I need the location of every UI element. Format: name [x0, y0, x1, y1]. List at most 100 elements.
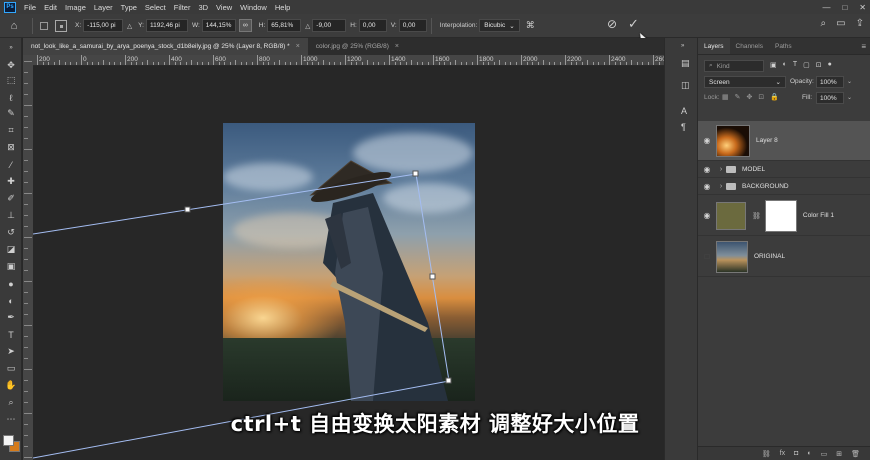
layer-row-color-fill[interactable]: ◉ ⛓ Color Fill 1 — [698, 196, 870, 236]
brush-tool-icon[interactable]: ✐ — [2, 191, 20, 206]
lock-pixels-icon[interactable]: ▦ — [722, 93, 729, 101]
frame-tool-icon[interactable]: ⊠ — [2, 140, 20, 155]
menu-help[interactable]: Help — [271, 3, 294, 12]
tab-paths[interactable]: Paths — [769, 38, 798, 54]
marquee-tool-icon[interactable]: ⬚ — [2, 73, 20, 88]
collapse-icon[interactable]: » — [2, 40, 20, 55]
menu-3d[interactable]: 3D — [194, 3, 212, 12]
fill-field[interactable]: 100% — [816, 92, 844, 104]
commit-transform-button[interactable]: ✓ — [628, 16, 639, 32]
minimize-button[interactable]: — — [822, 3, 830, 12]
chevron-down-icon[interactable]: ⌄ — [847, 94, 852, 101]
visibility-eye-icon[interactable]: ◉ — [698, 211, 716, 220]
x-field[interactable]: -115,00 pi — [83, 19, 124, 32]
menu-image[interactable]: Image — [61, 3, 90, 12]
filter-toggle-icon[interactable]: ● — [828, 61, 832, 69]
menu-type[interactable]: Type — [117, 3, 141, 12]
transform-handle[interactable] — [412, 170, 419, 177]
close-tab-icon[interactable]: × — [296, 43, 300, 50]
link-icon[interactable]: ⛓ — [752, 212, 761, 220]
type-filter-icon[interactable]: T — [793, 61, 797, 69]
interpolation-select[interactable]: Bicubic ⌄ — [479, 19, 520, 32]
adjustments-panel-icon[interactable]: ◫ — [681, 80, 690, 91]
layer-row-original[interactable]: □ ORIGINAL — [698, 237, 870, 277]
healing-brush-tool-icon[interactable]: ✚ — [2, 174, 20, 189]
layer-row-model-group[interactable]: ◉ › MODEL — [698, 162, 870, 178]
quick-select-tool-icon[interactable]: ✎ — [2, 106, 20, 121]
lasso-tool-icon[interactable]: ℓ — [2, 90, 20, 105]
reference-point-checkbox[interactable] — [40, 21, 48, 30]
paragraph-panel-icon[interactable]: ¶ — [681, 122, 686, 132]
lock-paint-icon[interactable]: ✎ — [735, 93, 741, 101]
menu-window[interactable]: Window — [236, 3, 271, 12]
warp-icon[interactable]: ⌘ — [526, 20, 535, 31]
path-selection-tool-icon[interactable]: ➤ — [2, 344, 20, 359]
tab-channels[interactable]: Channels — [730, 38, 769, 54]
menu-view[interactable]: View — [212, 3, 236, 12]
share-icon[interactable]: ⇪ — [856, 18, 864, 29]
chevron-down-icon[interactable]: ⌄ — [847, 78, 852, 85]
character-panel-icon[interactable]: A — [681, 106, 687, 116]
visibility-eye-icon[interactable]: □ — [698, 252, 716, 261]
lock-artboard-icon[interactable]: ⊡ — [758, 93, 764, 101]
menu-filter[interactable]: Filter — [170, 3, 195, 12]
blur-tool-icon[interactable]: ● — [2, 276, 20, 291]
dodge-tool-icon[interactable]: ◐ — [2, 293, 20, 308]
layer-row-background-group[interactable]: ◉ › BACKGROUND — [698, 179, 870, 195]
blend-mode-select[interactable]: Screen ⌄ — [704, 76, 786, 88]
workspace-icon[interactable]: ▭ — [836, 18, 845, 29]
relative-position-icon[interactable]: △ — [127, 22, 132, 30]
menu-edit[interactable]: Edit — [40, 3, 61, 12]
fx-icon[interactable]: fx — [780, 450, 785, 457]
visibility-eye-icon[interactable]: ◉ — [698, 165, 716, 174]
transform-handle[interactable] — [429, 273, 436, 280]
adjustment-filter-icon[interactable]: ◐ — [783, 61, 787, 69]
visibility-eye-icon[interactable]: ◉ — [698, 136, 716, 145]
v-skew-field[interactable]: 0,00 — [398, 19, 427, 32]
clone-stamp-tool-icon[interactable]: ⊥ — [2, 208, 20, 223]
hand-tool-icon[interactable]: ✋ — [2, 378, 20, 393]
transform-handle[interactable] — [184, 206, 191, 213]
history-panel-icon[interactable]: ▤ — [681, 58, 690, 69]
layer-filter-select[interactable]: ⌕ Kind — [704, 60, 764, 72]
crop-tool-icon[interactable]: ⌗ — [2, 123, 20, 138]
eraser-tool-icon[interactable]: ◪ — [2, 242, 20, 257]
shape-filter-icon[interactable]: ▢ — [803, 61, 810, 69]
type-tool-icon[interactable]: T — [2, 327, 20, 342]
opacity-field[interactable]: 100% — [816, 76, 844, 88]
menu-select[interactable]: Select — [141, 3, 170, 12]
tab-color-document[interactable]: color.jpg @ 25% (RGB/8) × — [308, 38, 407, 55]
adjustment-layer-icon[interactable]: ◐ — [807, 450, 811, 457]
transform-handle[interactable] — [445, 377, 452, 384]
trash-icon[interactable]: 🗑 — [851, 450, 860, 458]
new-layer-icon[interactable]: ⊞ — [836, 450, 842, 458]
pen-tool-icon[interactable]: ✒ — [2, 310, 20, 325]
link-icon[interactable]: ∞ — [238, 19, 252, 32]
h-skew-field[interactable]: 0,00 — [358, 19, 387, 32]
rotation-field[interactable]: -9,00 — [312, 19, 347, 32]
cancel-transform-button[interactable]: ⊘ — [607, 17, 617, 31]
chevron-right-icon[interactable]: › — [716, 183, 726, 190]
tab-layers[interactable]: Layers — [698, 38, 730, 54]
close-window-button[interactable]: ✕ — [859, 3, 866, 12]
reference-point-icon[interactable] — [55, 19, 67, 32]
new-group-icon[interactable]: ▭ — [821, 450, 828, 458]
layer-mask-thumbnail[interactable] — [764, 199, 797, 232]
y-field[interactable]: 1192,46 pi — [145, 19, 188, 32]
menu-file[interactable]: File — [20, 3, 40, 12]
panel-menu-icon[interactable]: ≡ — [861, 42, 866, 51]
width-field[interactable]: 144,15% — [201, 19, 236, 32]
eyedropper-tool-icon[interactable]: ⁄ — [2, 157, 20, 172]
link-layers-icon[interactable]: ⛓ — [762, 450, 771, 458]
tab-samurai-document[interactable]: not_look_like_a_samurai_by_arya_poenya_s… — [23, 38, 308, 55]
lock-all-icon[interactable]: 🔒 — [770, 93, 779, 101]
add-mask-icon[interactable]: ◘ — [794, 450, 798, 457]
menu-layer[interactable]: Layer — [90, 3, 117, 12]
height-field[interactable]: 65,81% — [267, 19, 302, 32]
history-brush-tool-icon[interactable]: ↺ — [2, 225, 20, 240]
chevron-right-icon[interactable]: › — [716, 166, 726, 173]
maximize-button[interactable]: □ — [842, 3, 847, 12]
gradient-tool-icon[interactable]: ▣ — [2, 259, 20, 274]
smart-object-filter-icon[interactable]: ⊡ — [816, 61, 822, 69]
canvas-area[interactable] — [33, 66, 664, 460]
